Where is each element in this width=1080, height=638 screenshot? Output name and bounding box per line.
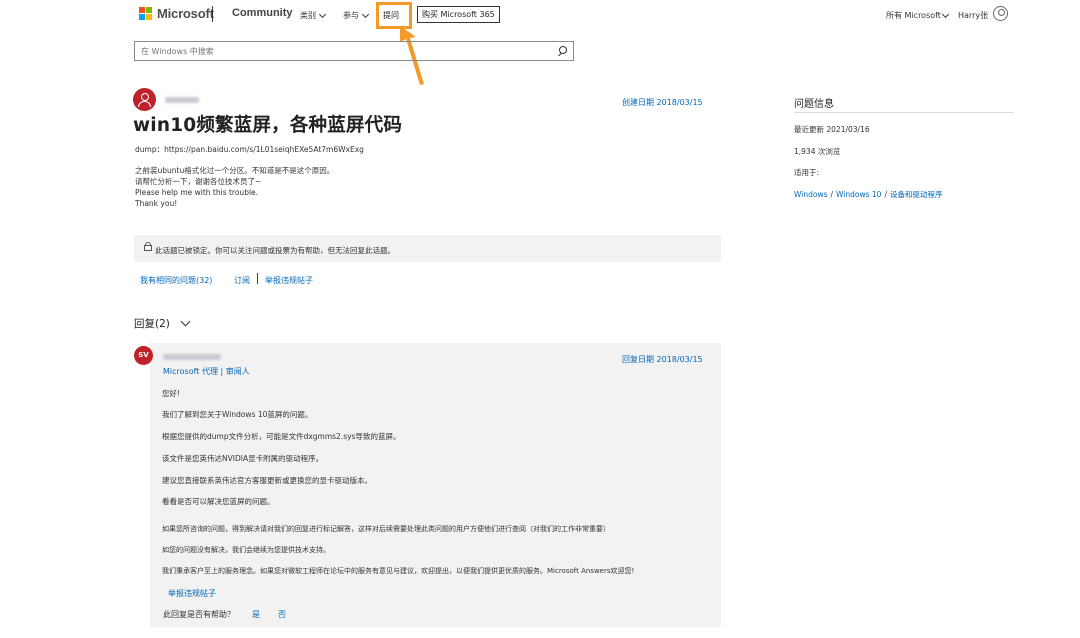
action-divider	[257, 273, 258, 284]
crumb-devices-drivers[interactable]: 设备和驱动程序	[890, 190, 943, 199]
nav-participate-label: 参与	[343, 11, 359, 20]
question-dump-link: dump：https://pan.baidu.com/s/1L01seiqhEX…	[135, 145, 364, 154]
search-input[interactable]	[135, 45, 555, 57]
reply-line: 该文件是您英伟达NVIDIA显卡附属的驱动程序。	[162, 454, 324, 463]
user-name[interactable]: Harry张	[958, 10, 988, 21]
replies-count: 回复(2)	[134, 318, 170, 330]
chevron-down-icon	[318, 10, 327, 18]
microsoft-logo-icon	[139, 7, 152, 20]
same-question-button[interactable]: 我有相同的问题(32)	[140, 275, 212, 286]
question-info-title: 问题信息	[794, 99, 834, 110]
header-divider	[212, 6, 213, 22]
crumb-windows[interactable]: Windows	[794, 190, 827, 199]
replies-header[interactable]: 回复(2)	[134, 316, 191, 331]
nav-participate[interactable]: 参与	[343, 10, 370, 21]
question-body-line: 之前装ubuntu格式化过一个分区。不知道是不是这个原因。	[135, 166, 335, 175]
chevron-down-icon	[941, 10, 949, 18]
helpful-no-button[interactable]: 否	[278, 609, 286, 620]
reply-line: 您好!	[162, 389, 181, 398]
user-avatar-icon[interactable]	[993, 6, 1008, 21]
question-body: 之前装ubuntu格式化过一个分区。不知道是不是这个原因。 请帮忙分析一下，谢谢…	[135, 165, 334, 209]
asker-avatar-icon[interactable]	[133, 88, 156, 111]
locked-notice-text: 此话题已被锁定。你可以关注问题或投票为有帮助，但无法回复此话题。	[155, 246, 395, 255]
reply-line: 我们了解到您关于Windows 10蓝屏的问题。	[162, 410, 313, 419]
reply-line: 根据您提供的dump文件分析，可能是文件dxgmms2.sys导致的蓝屏。	[162, 432, 401, 441]
crumb-windows-10[interactable]: Windows 10	[836, 190, 881, 199]
microsoft-logo[interactable]: Microsoft	[139, 6, 214, 21]
report-abuse-link[interactable]: 举报违规帖子	[265, 275, 313, 286]
chevron-down-icon[interactable]	[180, 316, 191, 327]
helpful-question: 此回复是否有帮助？	[163, 610, 235, 619]
helpful-yes-button[interactable]: 是	[252, 609, 260, 620]
info-divider	[794, 112, 1014, 113]
last-updated: 最近更新 2021/03/16	[794, 125, 870, 134]
applies-to-breadcrumb: Windows / Windows 10/设备和驱动程序	[794, 190, 943, 199]
locked-notice: 此话题已被锁定。你可以关注问题或投票为有帮助，但无法回复此话题。	[134, 235, 721, 262]
reply-report-link[interactable]: 举报违规帖子	[168, 588, 216, 599]
search-box[interactable]	[134, 41, 574, 61]
question-title: win10频繁蓝屏，各种蓝屏代码	[133, 115, 403, 136]
reply-line: 如果您所咨询的问题，得到解决请对我们的回复进行标记解答，这样对后续需要处理此类问…	[162, 525, 610, 533]
brand-name: Microsoft	[157, 6, 214, 21]
lock-icon	[144, 242, 152, 251]
nav-categories[interactable]: 类别	[300, 10, 327, 21]
site-name[interactable]: Community	[232, 7, 293, 19]
question-body-line: Please help me with this trouble.	[135, 188, 259, 197]
replier-role: Microsoft 代理 | 审阅人	[163, 367, 250, 376]
reply-line: 我们秉承客户至上的服务理念。如果您对微软工程师在论坛中的服务有意见与建议，欢迎提…	[162, 567, 635, 575]
all-microsoft-label: 所有 Microsoft	[886, 11, 941, 20]
reply-line: 如您的问题没有解决，我们会继续为您提供技术支持。	[162, 546, 330, 554]
question-body-line: 请帮忙分析一下，谢谢各位技术员了~	[135, 177, 262, 186]
reply-line: 看看是否可以解决您蓝屏的问题。	[162, 497, 275, 506]
search-icon[interactable]	[555, 44, 569, 58]
replier-avatar[interactable]: SV	[134, 346, 153, 365]
chevron-down-icon	[361, 10, 370, 18]
replier-name-redacted[interactable]	[163, 354, 221, 360]
applies-to-label: 适用于:	[794, 168, 820, 177]
nav-categories-label: 类别	[300, 11, 316, 20]
asker-name-redacted[interactable]	[165, 97, 199, 103]
question-body-line: Thank you!	[135, 199, 178, 208]
subscribe-link[interactable]: 订阅	[234, 275, 250, 286]
view-count: 1,934 次浏览	[794, 147, 841, 156]
reply-date: 回复日期 2018/03/15	[622, 355, 703, 364]
reply-line: 建议您直接联系英伟达官方客服更新或更换您的显卡驱动版本。	[162, 476, 372, 485]
created-date: 创建日期 2018/03/15	[622, 98, 703, 107]
all-microsoft-menu[interactable]: 所有 Microsoft	[886, 10, 949, 21]
